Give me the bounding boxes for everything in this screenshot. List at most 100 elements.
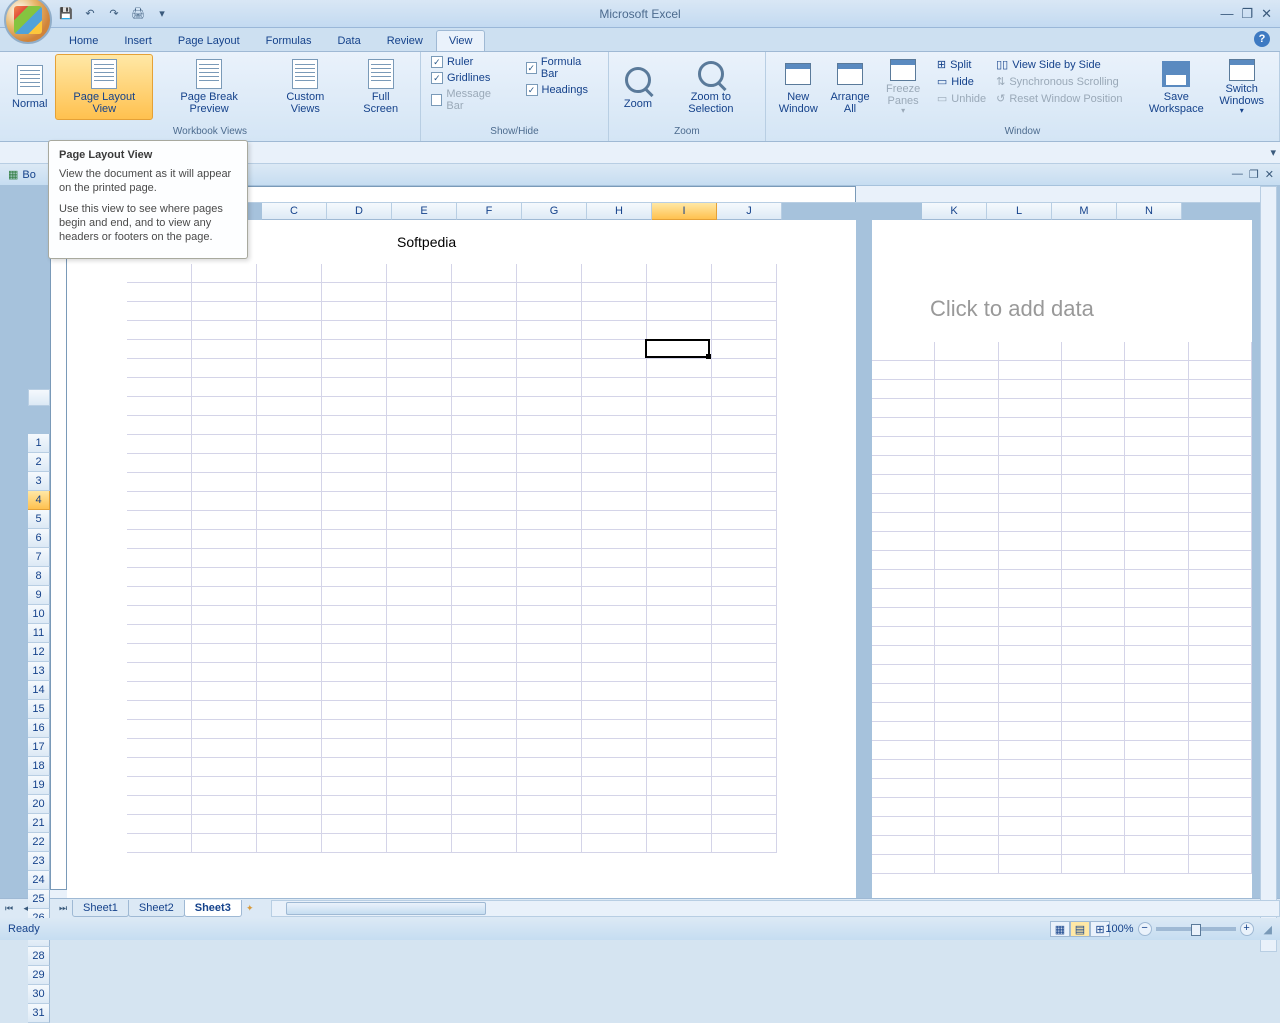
- cell[interactable]: [322, 549, 387, 568]
- cell[interactable]: [192, 473, 257, 492]
- cell[interactable]: [452, 416, 517, 435]
- cell[interactable]: [582, 321, 647, 340]
- cell[interactable]: [322, 264, 387, 283]
- normal-view-shortcut[interactable]: ▦: [1050, 921, 1070, 937]
- cell[interactable]: [517, 530, 582, 549]
- cell[interactable]: [712, 720, 777, 739]
- cell[interactable]: [192, 739, 257, 758]
- cell[interactable]: [582, 435, 647, 454]
- cell[interactable]: [1189, 703, 1252, 722]
- cell[interactable]: [1125, 437, 1188, 456]
- cell[interactable]: [257, 435, 322, 454]
- cell[interactable]: [192, 530, 257, 549]
- cell[interactable]: [452, 492, 517, 511]
- cell[interactable]: [517, 682, 582, 701]
- cell[interactable]: [517, 568, 582, 587]
- cell[interactable]: [872, 817, 935, 836]
- cell[interactable]: [935, 418, 998, 437]
- cell[interactable]: [257, 834, 322, 853]
- row-header[interactable]: 15: [28, 700, 50, 719]
- cell[interactable]: [127, 264, 192, 283]
- cell[interactable]: [935, 855, 998, 874]
- cell[interactable]: [387, 644, 452, 663]
- cell[interactable]: [712, 682, 777, 701]
- cell[interactable]: [387, 587, 452, 606]
- cell[interactable]: [1125, 570, 1188, 589]
- row-header[interactable]: 21: [28, 814, 50, 833]
- cell[interactable]: [999, 589, 1062, 608]
- column-header[interactable]: D: [327, 203, 392, 220]
- cell[interactable]: [1125, 722, 1188, 741]
- cell[interactable]: [712, 283, 777, 302]
- cell[interactable]: [1062, 779, 1125, 798]
- cell[interactable]: [935, 342, 998, 361]
- cell[interactable]: [192, 568, 257, 587]
- cell[interactable]: [517, 416, 582, 435]
- cell[interactable]: [647, 720, 712, 739]
- cell[interactable]: [1125, 741, 1188, 760]
- cell[interactable]: [127, 378, 192, 397]
- cell[interactable]: [1189, 760, 1252, 779]
- cell[interactable]: [1125, 760, 1188, 779]
- cell[interactable]: [452, 340, 517, 359]
- cell[interactable]: [517, 777, 582, 796]
- page-1[interactable]: Softpedia: [67, 220, 856, 898]
- zoom-in-button[interactable]: +: [1240, 922, 1254, 936]
- page-2[interactable]: Click to add data: [872, 220, 1252, 898]
- cell[interactable]: [517, 625, 582, 644]
- cell[interactable]: [712, 777, 777, 796]
- cell[interactable]: [1189, 494, 1252, 513]
- cell[interactable]: [999, 817, 1062, 836]
- cell[interactable]: [1125, 817, 1188, 836]
- cell[interactable]: [1062, 399, 1125, 418]
- cell[interactable]: [999, 513, 1062, 532]
- cell[interactable]: [582, 340, 647, 359]
- cell[interactable]: [322, 302, 387, 321]
- cell[interactable]: [387, 796, 452, 815]
- cell[interactable]: [517, 340, 582, 359]
- doc-minimize-button[interactable]: —: [1232, 168, 1243, 181]
- row-header[interactable]: 4: [28, 491, 50, 510]
- cell[interactable]: [712, 606, 777, 625]
- cell[interactable]: [1125, 475, 1188, 494]
- cell[interactable]: [999, 494, 1062, 513]
- cell[interactable]: [127, 511, 192, 530]
- cell[interactable]: [322, 834, 387, 853]
- cell[interactable]: [1189, 855, 1252, 874]
- cell[interactable]: [712, 511, 777, 530]
- cell[interactable]: [452, 454, 517, 473]
- cell[interactable]: [127, 606, 192, 625]
- cell[interactable]: [1125, 798, 1188, 817]
- cell[interactable]: [999, 608, 1062, 627]
- cell[interactable]: [387, 739, 452, 758]
- cell[interactable]: [1125, 589, 1188, 608]
- cell[interactable]: [935, 570, 998, 589]
- cell[interactable]: [192, 397, 257, 416]
- cell[interactable]: [322, 321, 387, 340]
- cell[interactable]: [257, 397, 322, 416]
- cell[interactable]: [1189, 779, 1252, 798]
- cell[interactable]: [322, 625, 387, 644]
- column-header[interactable]: L: [987, 203, 1052, 220]
- gridlines-checkbox[interactable]: ✓Gridlines: [427, 70, 512, 86]
- cell[interactable]: [127, 777, 192, 796]
- cell[interactable]: [127, 492, 192, 511]
- row-header[interactable]: 12: [28, 643, 50, 662]
- tab-home[interactable]: Home: [56, 30, 111, 51]
- cell[interactable]: [192, 416, 257, 435]
- cell[interactable]: [935, 513, 998, 532]
- split-button[interactable]: ⊞Split: [933, 56, 990, 73]
- cell[interactable]: [582, 739, 647, 758]
- column-header[interactable]: N: [1117, 203, 1182, 220]
- cell[interactable]: [387, 454, 452, 473]
- cell[interactable]: [257, 606, 322, 625]
- cell[interactable]: [1125, 703, 1188, 722]
- cell[interactable]: [582, 549, 647, 568]
- cell[interactable]: [192, 378, 257, 397]
- cell[interactable]: [582, 644, 647, 663]
- cell[interactable]: [1189, 722, 1252, 741]
- cell[interactable]: [192, 587, 257, 606]
- cell[interactable]: [387, 283, 452, 302]
- cell[interactable]: [1125, 418, 1188, 437]
- row-header[interactable]: 20: [28, 795, 50, 814]
